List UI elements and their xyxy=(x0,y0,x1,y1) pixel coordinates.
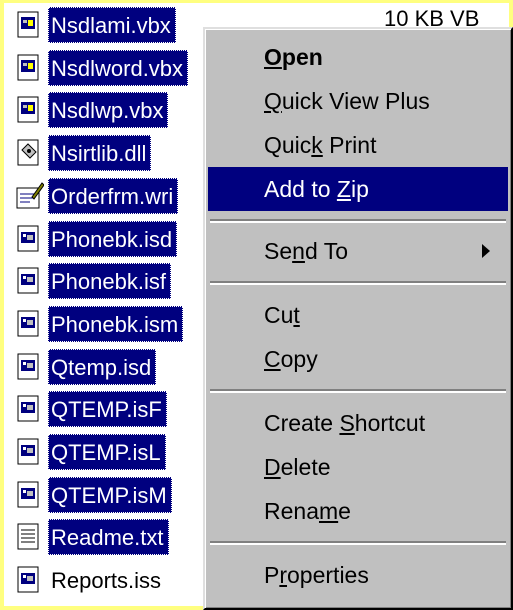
file-name[interactable]: Nsdlword.vbx xyxy=(48,49,189,86)
menu-separator xyxy=(210,219,506,223)
file-name[interactable]: Nsdlwp.vbx xyxy=(48,92,169,129)
file-row[interactable]: Nsdlword.vbx xyxy=(14,48,189,88)
file-name[interactable]: Orderfrm.wri xyxy=(48,177,179,214)
iss-file-icon xyxy=(14,224,44,254)
menu-separator xyxy=(210,389,506,393)
menu-item-delete[interactable]: Delete xyxy=(208,445,508,489)
menu-item-rename[interactable]: Rename xyxy=(208,489,508,533)
iss-file-icon xyxy=(14,565,44,595)
file-row[interactable]: QTEMP.isM xyxy=(14,475,172,515)
file-row[interactable]: Readme.txt xyxy=(14,517,169,557)
vbx-file-icon xyxy=(14,10,44,40)
file-row[interactable]: QTEMP.isL xyxy=(14,432,166,472)
menu-item-send-to[interactable]: Send To xyxy=(208,229,508,273)
file-row[interactable]: Phonebk.isd xyxy=(14,219,178,259)
file-row[interactable]: Phonebk.ism xyxy=(14,304,184,344)
menu-separator xyxy=(210,281,506,285)
menu-item-copy[interactable]: Copy xyxy=(208,337,508,381)
menu-item-add-to-zip[interactable]: Add to Zip xyxy=(208,167,508,211)
menu-item-cut[interactable]: Cut xyxy=(208,293,508,337)
menu-item-properties[interactable]: Properties xyxy=(208,553,508,597)
file-name[interactable]: QTEMP.isL xyxy=(48,434,166,470)
file-row[interactable]: Orderfrm.wri xyxy=(14,176,179,216)
file-name[interactable]: Nsdlami.vbx xyxy=(48,7,176,43)
iss-file-icon xyxy=(14,309,44,339)
submenu-arrow-icon xyxy=(482,244,490,258)
file-name[interactable]: QTEMP.isF xyxy=(48,391,167,428)
file-row[interactable]: Nsdlwp.vbx xyxy=(14,90,169,130)
context-menu[interactable]: Open Quick View Plus Quick Print Add to … xyxy=(203,27,513,610)
file-row[interactable]: Phonebk.isf xyxy=(14,261,171,301)
file-name[interactable]: Phonebk.isf xyxy=(48,263,171,300)
iss-file-icon xyxy=(14,480,44,510)
write-document-icon xyxy=(14,181,44,211)
file-row[interactable]: QTEMP.isF xyxy=(14,389,167,429)
file-name[interactable]: Qtemp.isd xyxy=(48,348,157,385)
menu-item-quick-print[interactable]: Quick Print xyxy=(208,123,508,167)
file-row[interactable]: Nsdlami.vbx xyxy=(14,5,176,45)
dll-file-icon xyxy=(14,138,44,168)
iss-file-icon xyxy=(14,266,44,296)
file-name[interactable]: Nsirtlib.dll xyxy=(48,135,152,172)
file-size-column: 10 KB VB xyxy=(384,6,480,28)
file-name[interactable]: Readme.txt xyxy=(48,519,169,556)
iss-file-icon xyxy=(14,352,44,382)
vbx-file-icon xyxy=(14,53,44,83)
menu-separator xyxy=(210,541,506,545)
menu-item-create-shortcut[interactable]: Create Shortcut xyxy=(208,401,508,445)
file-name[interactable]: Phonebk.ism xyxy=(48,305,184,342)
file-name[interactable]: Phonebk.isd xyxy=(48,220,178,257)
file-row[interactable]: Qtemp.isd xyxy=(14,347,157,387)
iss-file-icon xyxy=(14,437,44,467)
file-row[interactable]: Nsirtlib.dll xyxy=(14,133,152,173)
file-row[interactable]: Reports.iss xyxy=(14,560,166,600)
file-name[interactable]: Reports.iss xyxy=(48,562,166,598)
menu-item-open[interactable]: Open xyxy=(208,35,508,79)
iss-file-icon xyxy=(14,394,44,424)
menu-item-quick-view-plus[interactable]: Quick View Plus xyxy=(208,79,508,123)
text-file-icon xyxy=(14,522,44,552)
vbx-file-icon xyxy=(14,95,44,125)
file-name[interactable]: QTEMP.isM xyxy=(48,476,172,513)
